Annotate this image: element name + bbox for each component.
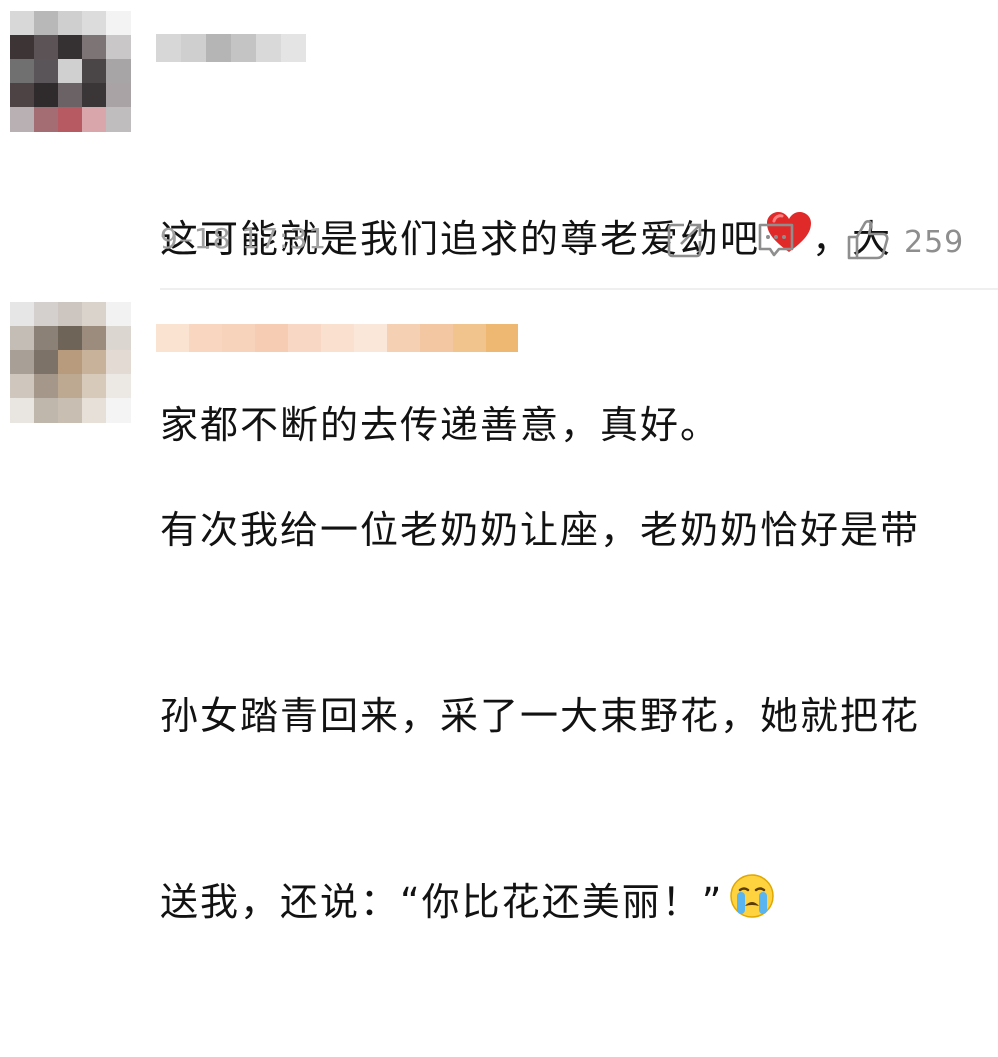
like-button[interactable]: 259 [846, 220, 964, 264]
avatar-pixel [34, 107, 59, 132]
crying-face-icon [729, 873, 775, 937]
username-pixel [387, 324, 421, 352]
avatar-pixel [58, 11, 83, 36]
avatar-pixel [10, 302, 35, 327]
avatar-pixel [34, 302, 59, 327]
avatar-pixel [10, 83, 35, 108]
username-pixel [222, 324, 256, 352]
avatar-pixel [34, 326, 59, 351]
comment-icon [756, 220, 796, 264]
username-pixel [281, 34, 306, 62]
avatar[interactable] [10, 302, 131, 423]
comment-item: 这可能就是我们追求的尊老爱幼吧 ，大 家都不断的去传递善意，真好。 9–18 17… [0, 0, 998, 447]
avatar-pixel [10, 107, 35, 132]
avatar-pixel [10, 326, 35, 351]
avatar-pixel [58, 59, 83, 84]
username-pixel [255, 324, 289, 352]
avatar-pixel [106, 35, 131, 60]
avatar-pixel [10, 11, 35, 36]
avatar-pixel [82, 35, 107, 60]
avatar-pixel [10, 374, 35, 399]
username-pixel [231, 34, 257, 62]
avatar-pixel [106, 326, 131, 351]
comment-text-line: 孙女踏青回来，采了一大束野花，她就把花 [160, 694, 921, 738]
avatar-pixel [82, 374, 107, 399]
username-pixel [181, 34, 207, 62]
avatar-pixel [106, 59, 131, 84]
avatar-pixel [10, 350, 35, 375]
avatar-pixel [10, 59, 35, 84]
repost-button[interactable] [666, 220, 704, 264]
avatar-pixel [34, 83, 59, 108]
comment-text-line: 有次我给一位老奶奶让座，老奶奶恰好是带 [160, 508, 921, 552]
comment-text-line: 送我，还说：“你比花还美丽！” [160, 880, 724, 924]
avatar-pixel [58, 398, 83, 423]
avatar-pixel [82, 302, 107, 327]
avatar-pixel [58, 35, 83, 60]
avatar-pixel [82, 59, 107, 84]
username-pixel [156, 34, 182, 62]
username-pixel [189, 324, 223, 352]
username-pixel [288, 324, 322, 352]
username[interactable] [156, 324, 518, 352]
avatar[interactable] [10, 11, 131, 132]
avatar-pixel [58, 83, 83, 108]
avatar-pixel [106, 350, 131, 375]
avatar-pixel [106, 302, 131, 327]
avatar-pixel [58, 374, 83, 399]
avatar-pixel [34, 374, 59, 399]
username-pixel [321, 324, 355, 352]
avatar-pixel [58, 350, 83, 375]
timestamp: 9–18 17:31 [160, 222, 328, 255]
username-pixel [453, 324, 487, 352]
username-pixel [486, 324, 518, 352]
avatar-pixel [58, 107, 83, 132]
avatar-pixel [34, 350, 59, 375]
avatar-pixel [106, 374, 131, 399]
avatar-pixel [34, 35, 59, 60]
avatar-pixel [58, 326, 83, 351]
avatar-pixel [82, 107, 107, 132]
avatar-pixel [82, 398, 107, 423]
avatar-pixel [106, 107, 131, 132]
avatar-pixel [34, 59, 59, 84]
avatar-pixel [82, 326, 107, 351]
avatar-pixel [10, 35, 35, 60]
comment-item: 有次我给一位老奶奶让座，老奶奶恰好是带 孙女踏青回来，采了一大束野花，她就把花 … [0, 290, 998, 924]
username-pixel [354, 324, 388, 352]
username-pixel [206, 34, 232, 62]
comment-text: 有次我给一位老奶奶让座，老奶奶恰好是带 孙女踏青回来，采了一大束野花，她就把花 … [160, 375, 960, 1057]
repost-icon [666, 221, 704, 263]
username-pixel [420, 324, 454, 352]
avatar-pixel [34, 398, 59, 423]
username[interactable] [156, 34, 306, 62]
comment-button[interactable] [756, 220, 796, 264]
username-pixel [156, 324, 190, 352]
avatar-pixel [82, 83, 107, 108]
avatar-pixel [58, 302, 83, 327]
avatar-pixel [82, 350, 107, 375]
avatar-pixel [106, 398, 131, 423]
avatar-pixel [10, 398, 35, 423]
avatar-pixel [106, 83, 131, 108]
avatar-pixel [106, 11, 131, 36]
like-count: 259 [904, 224, 965, 260]
username-pixel [256, 34, 282, 62]
avatar-pixel [34, 11, 59, 36]
thumbs-up-icon [846, 219, 890, 265]
avatar-pixel [82, 11, 107, 36]
